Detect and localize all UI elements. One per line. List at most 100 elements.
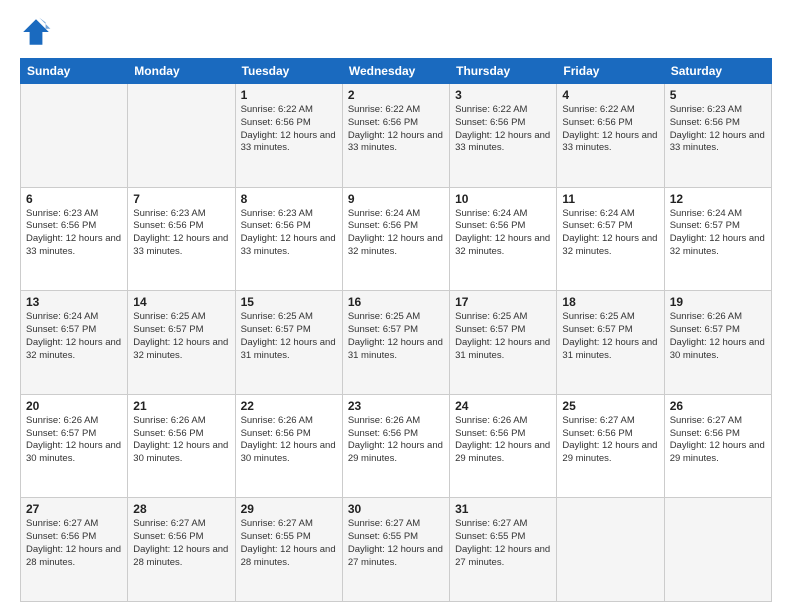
calendar-cell: 14 Sunrise: 6:25 AM Sunset: 6:57 PM Dayli… [128,291,235,395]
calendar-cell: 9 Sunrise: 6:24 AM Sunset: 6:56 PM Daylig… [342,187,449,291]
day-info: Sunrise: 6:22 AM Sunset: 6:56 PM Dayligh… [562,104,658,155]
day-info: Sunrise: 6:22 AM Sunset: 6:56 PM Dayligh… [348,104,444,155]
calendar-cell [21,84,128,188]
calendar-cell: 2 Sunrise: 6:22 AM Sunset: 6:56 PM Daylig… [342,84,449,188]
day-info: Sunrise: 6:24 AM Sunset: 6:56 PM Dayligh… [455,208,551,259]
calendar-week-1: 1Sunrise: 6:22 AM Sunset: 6:56 PM Daylig… [21,84,772,188]
day-number: 24 [455,399,551,413]
calendar-week-5: 27 Sunrise: 6:27 AM Sunset: 6:56 PM Dayli… [21,498,772,602]
calendar-cell: 20 Sunrise: 6:26 AM Sunset: 6:57 PM Dayli… [21,394,128,498]
calendar-cell: 26 Sunrise: 6:27 AM Sunset: 6:56 PM Dayli… [664,394,771,498]
calendar-cell: 5 Sunrise: 6:23 AM Sunset: 6:56 PM Daylig… [664,84,771,188]
day-number: 9 [348,192,444,206]
calendar-cell: 1Sunrise: 6:22 AM Sunset: 6:56 PM Daylig… [235,84,342,188]
calendar-cell: 11Sunrise: 6:24 AM Sunset: 6:57 PM Dayli… [557,187,664,291]
calendar-cell: 29 Sunrise: 6:27 AM Sunset: 6:55 PM Dayli… [235,498,342,602]
day-info: Sunrise: 6:22 AM Sunset: 6:56 PM Dayligh… [455,104,551,155]
day-number: 5 [670,88,766,102]
day-info: Sunrise: 6:23 AM Sunset: 6:56 PM Dayligh… [670,104,766,155]
day-number: 26 [670,399,766,413]
day-number: 12 [670,192,766,206]
calendar-cell: 8Sunrise: 6:23 AM Sunset: 6:56 PM Daylig… [235,187,342,291]
day-info: Sunrise: 6:24 AM Sunset: 6:57 PM Dayligh… [562,208,658,259]
day-info: Sunrise: 6:25 AM Sunset: 6:57 PM Dayligh… [241,311,337,362]
day-number: 31 [455,502,551,516]
calendar-table: SundayMondayTuesdayWednesdayThursdayFrid… [20,58,772,602]
day-info: Sunrise: 6:24 AM Sunset: 6:56 PM Dayligh… [348,208,444,259]
day-number: 15 [241,295,337,309]
calendar-cell: 30Sunrise: 6:27 AM Sunset: 6:55 PM Dayli… [342,498,449,602]
calendar-cell: 16 Sunrise: 6:25 AM Sunset: 6:57 PM Dayli… [342,291,449,395]
day-info: Sunrise: 6:26 AM Sunset: 6:56 PM Dayligh… [455,415,551,466]
calendar-cell [664,498,771,602]
day-number: 10 [455,192,551,206]
day-info: Sunrise: 6:27 AM Sunset: 6:56 PM Dayligh… [562,415,658,466]
calendar-week-4: 20 Sunrise: 6:26 AM Sunset: 6:57 PM Dayli… [21,394,772,498]
calendar-cell: 22Sunrise: 6:26 AM Sunset: 6:56 PM Dayli… [235,394,342,498]
day-number: 6 [26,192,122,206]
day-number: 23 [348,399,444,413]
day-info: Sunrise: 6:26 AM Sunset: 6:57 PM Dayligh… [26,415,122,466]
calendar-cell: 21Sunrise: 6:26 AM Sunset: 6:56 PM Dayli… [128,394,235,498]
day-info: Sunrise: 6:24 AM Sunset: 6:57 PM Dayligh… [670,208,766,259]
day-number: 8 [241,192,337,206]
day-number: 13 [26,295,122,309]
calendar-cell: 12 Sunrise: 6:24 AM Sunset: 6:57 PM Dayli… [664,187,771,291]
logo-icon [20,16,52,48]
calendar-cell: 7Sunrise: 6:23 AM Sunset: 6:56 PM Daylig… [128,187,235,291]
day-info: Sunrise: 6:26 AM Sunset: 6:56 PM Dayligh… [133,415,229,466]
day-header-monday: Monday [128,59,235,84]
calendar-cell: 4 Sunrise: 6:22 AM Sunset: 6:56 PM Daylig… [557,84,664,188]
day-header-sunday: Sunday [21,59,128,84]
header [20,16,772,48]
calendar-week-2: 6 Sunrise: 6:23 AM Sunset: 6:56 PM Daylig… [21,187,772,291]
calendar-cell: 28 Sunrise: 6:27 AM Sunset: 6:56 PM Dayli… [128,498,235,602]
calendar-cell: 15 Sunrise: 6:25 AM Sunset: 6:57 PM Dayli… [235,291,342,395]
day-header-saturday: Saturday [664,59,771,84]
day-header-friday: Friday [557,59,664,84]
day-number: 17 [455,295,551,309]
day-header-wednesday: Wednesday [342,59,449,84]
calendar-cell: 18Sunrise: 6:25 AM Sunset: 6:57 PM Dayli… [557,291,664,395]
day-info: Sunrise: 6:27 AM Sunset: 6:56 PM Dayligh… [670,415,766,466]
day-number: 29 [241,502,337,516]
day-number: 19 [670,295,766,309]
logo [20,16,56,48]
day-info: Sunrise: 6:25 AM Sunset: 6:57 PM Dayligh… [562,311,658,362]
calendar-cell: 27 Sunrise: 6:27 AM Sunset: 6:56 PM Dayli… [21,498,128,602]
day-number: 27 [26,502,122,516]
day-info: Sunrise: 6:25 AM Sunset: 6:57 PM Dayligh… [133,311,229,362]
day-number: 3 [455,88,551,102]
day-number: 14 [133,295,229,309]
day-number: 2 [348,88,444,102]
calendar-header: SundayMondayTuesdayWednesdayThursdayFrid… [21,59,772,84]
day-number: 30 [348,502,444,516]
day-number: 25 [562,399,658,413]
day-info: Sunrise: 6:24 AM Sunset: 6:57 PM Dayligh… [26,311,122,362]
calendar-cell: 10 Sunrise: 6:24 AM Sunset: 6:56 PM Dayli… [450,187,557,291]
day-header-tuesday: Tuesday [235,59,342,84]
day-info: Sunrise: 6:27 AM Sunset: 6:56 PM Dayligh… [133,518,229,569]
day-header-thursday: Thursday [450,59,557,84]
day-number: 16 [348,295,444,309]
calendar-cell [557,498,664,602]
day-number: 22 [241,399,337,413]
day-info: Sunrise: 6:25 AM Sunset: 6:57 PM Dayligh… [348,311,444,362]
calendar-cell: 13 Sunrise: 6:24 AM Sunset: 6:57 PM Dayli… [21,291,128,395]
day-number: 4 [562,88,658,102]
calendar-week-3: 13 Sunrise: 6:24 AM Sunset: 6:57 PM Dayli… [21,291,772,395]
day-number: 28 [133,502,229,516]
calendar-cell: 31Sunrise: 6:27 AM Sunset: 6:55 PM Dayli… [450,498,557,602]
day-info: Sunrise: 6:22 AM Sunset: 6:56 PM Dayligh… [241,104,337,155]
day-number: 20 [26,399,122,413]
page: SundayMondayTuesdayWednesdayThursdayFrid… [0,0,792,612]
calendar-cell: 6 Sunrise: 6:23 AM Sunset: 6:56 PM Daylig… [21,187,128,291]
calendar-cell: 19 Sunrise: 6:26 AM Sunset: 6:57 PM Dayli… [664,291,771,395]
calendar-cell: 25 Sunrise: 6:27 AM Sunset: 6:56 PM Dayli… [557,394,664,498]
day-info: Sunrise: 6:26 AM Sunset: 6:57 PM Dayligh… [670,311,766,362]
day-info: Sunrise: 6:23 AM Sunset: 6:56 PM Dayligh… [133,208,229,259]
calendar-cell: 24 Sunrise: 6:26 AM Sunset: 6:56 PM Dayli… [450,394,557,498]
day-info: Sunrise: 6:23 AM Sunset: 6:56 PM Dayligh… [26,208,122,259]
day-info: Sunrise: 6:27 AM Sunset: 6:56 PM Dayligh… [26,518,122,569]
day-info: Sunrise: 6:27 AM Sunset: 6:55 PM Dayligh… [241,518,337,569]
